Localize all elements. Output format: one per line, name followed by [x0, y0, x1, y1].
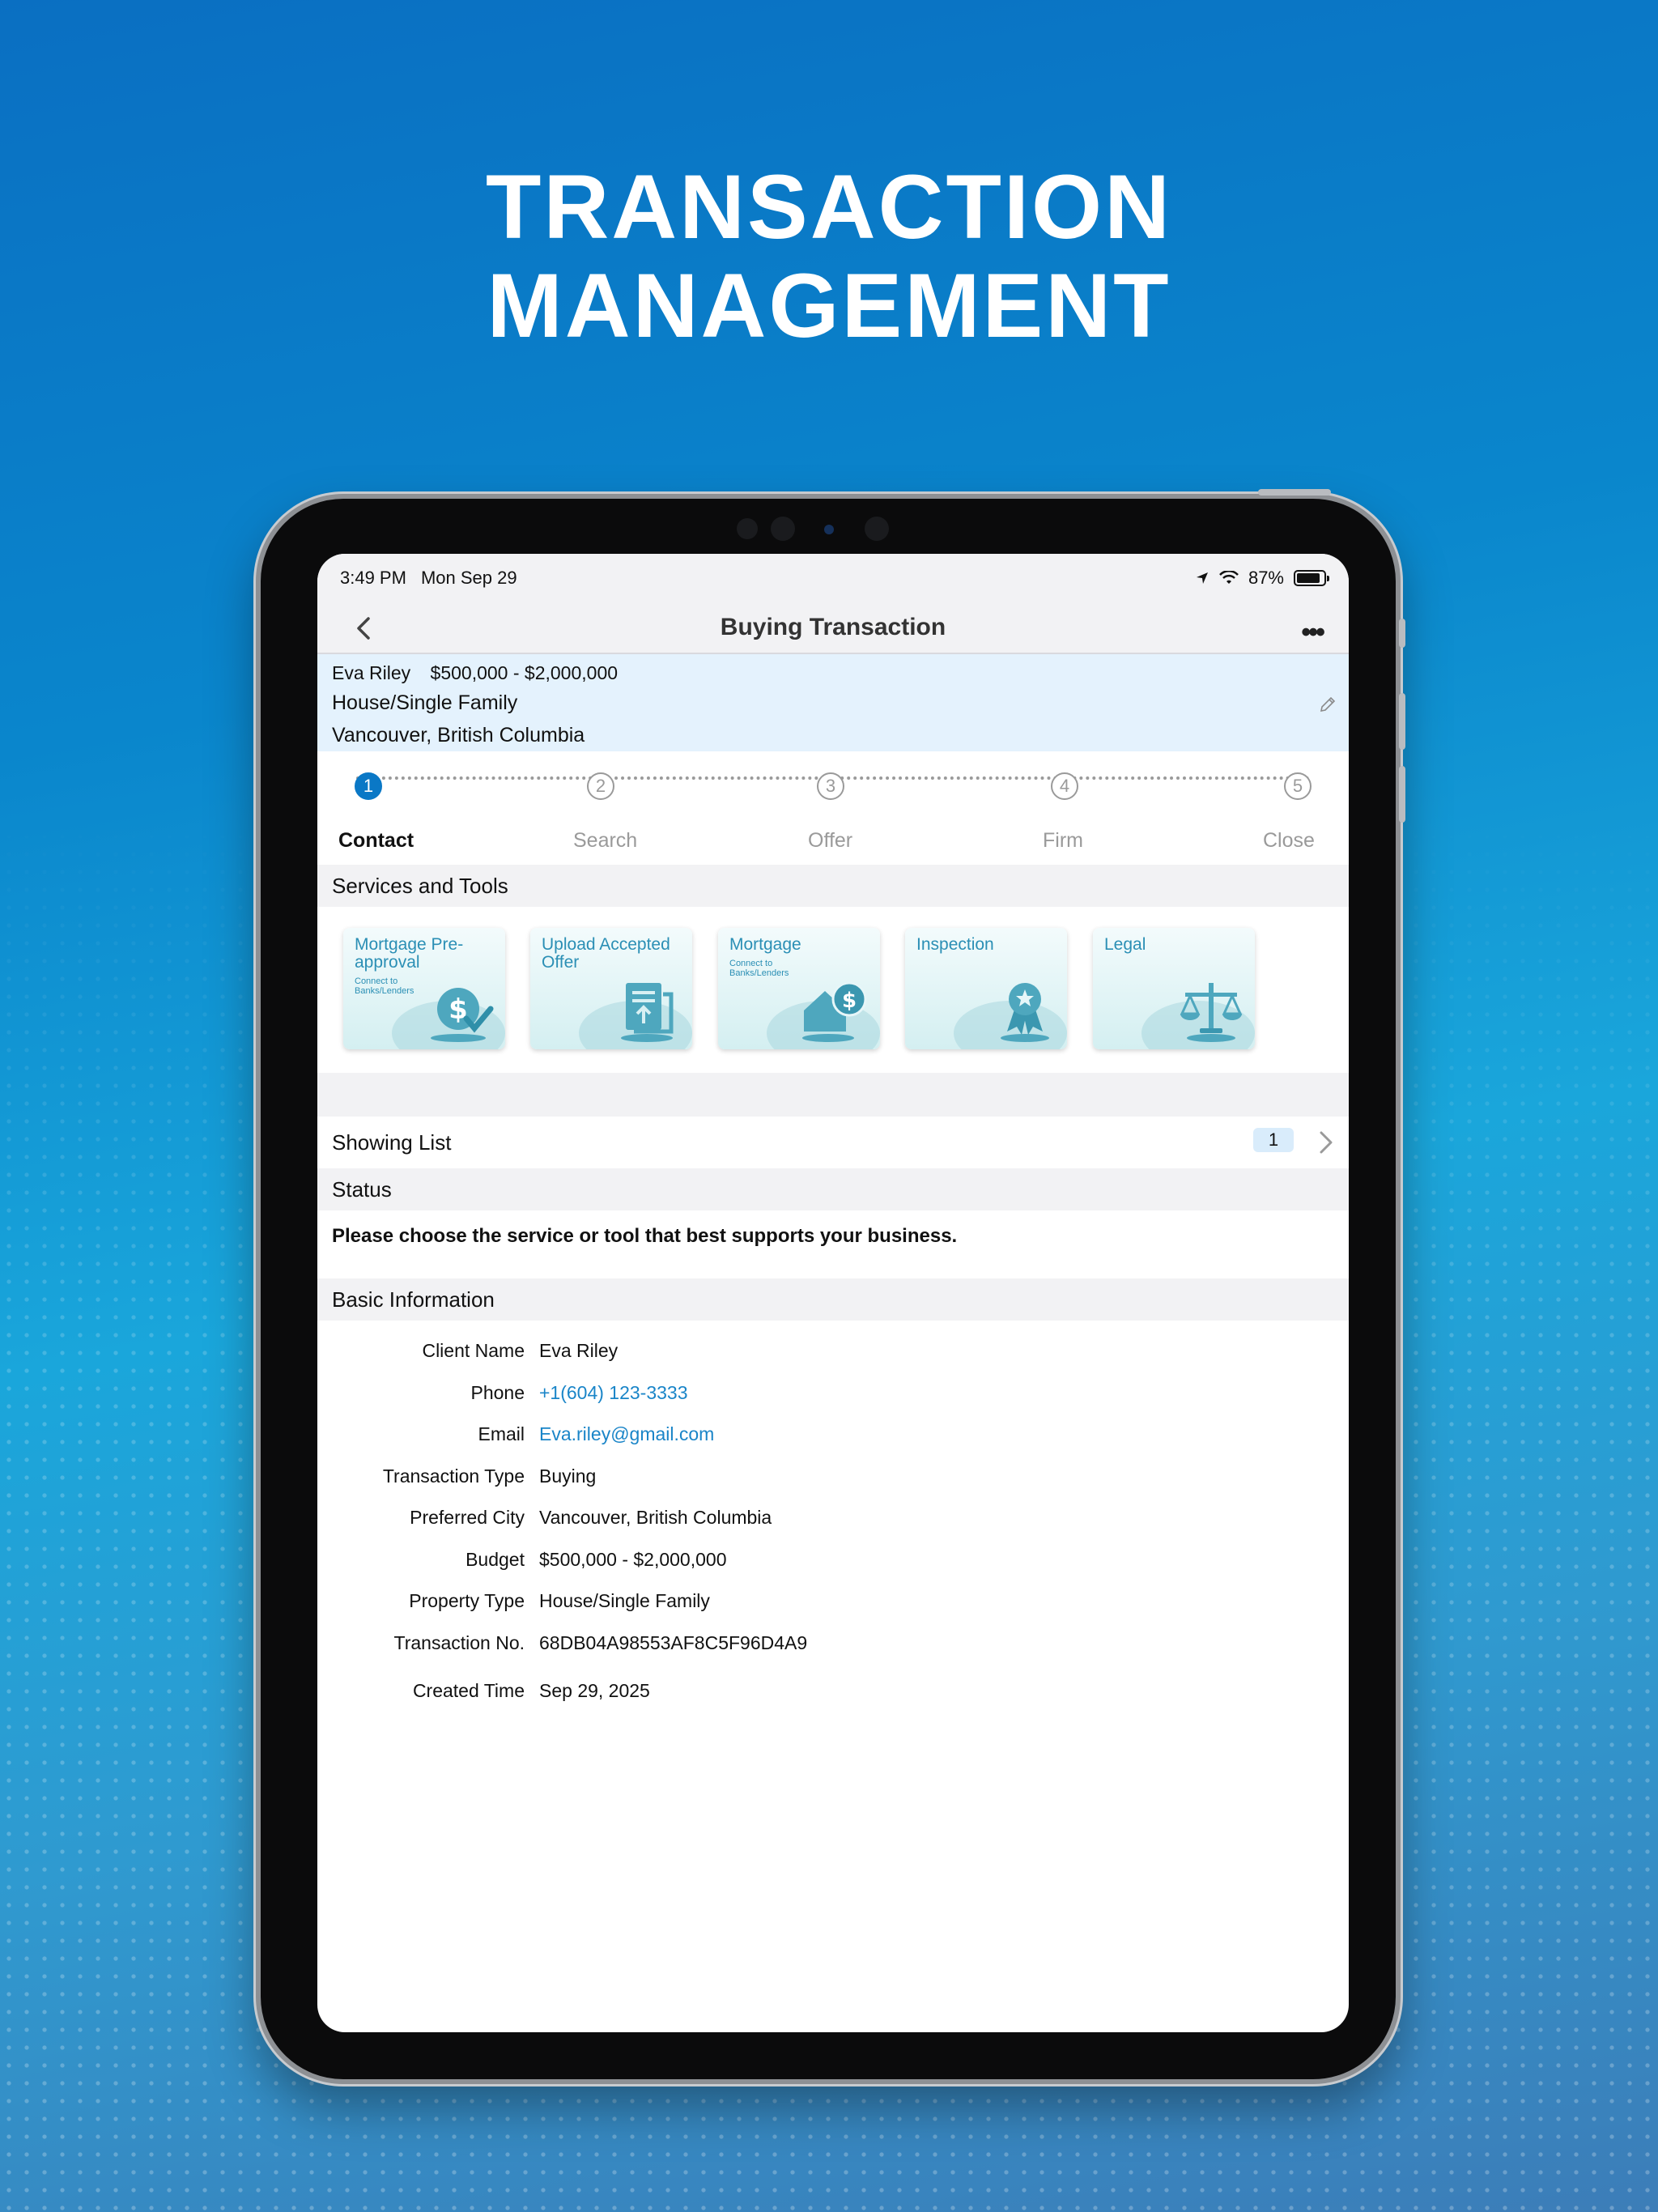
wifi-icon [1219, 571, 1239, 584]
tool-subtitle: Connect to Banks/Lenders [355, 976, 414, 996]
step-5-circle[interactable]: 5 [1284, 772, 1312, 800]
info-value: Sep 29, 2025 [539, 1680, 650, 1702]
volume-button [1399, 619, 1405, 648]
status-bar: 3:49 PM Mon Sep 29 87% [317, 554, 1349, 602]
info-row-transaction-no: Transaction No. 68DB04A98553AF8C5F96D4A9 [317, 1623, 1349, 1665]
status-heading: Status [317, 1168, 1349, 1210]
info-key: Transaction No. [393, 1631, 525, 1653]
step-2-circle[interactable]: 2 [587, 772, 614, 800]
document-upload-icon [621, 983, 674, 1042]
tool-card-mortgage-preapproval[interactable]: Mortgage Pre-approval Connect to Banks/L… [343, 928, 505, 1049]
summary-client: Eva Riley [332, 662, 411, 683]
tool-title: Legal [1104, 935, 1146, 954]
info-row-created-time: Created Time Sep 29, 2025 [317, 1670, 1349, 1712]
basic-info-heading: Basic Information [317, 1278, 1349, 1321]
app-screen: 3:49 PM Mon Sep 29 87% Buying Transactio… [317, 554, 1349, 2032]
info-key: Client Name [422, 1340, 525, 1362]
phone-link[interactable]: +1(604) 123-3333 [539, 1382, 688, 1404]
volume-up-button [1399, 693, 1405, 750]
info-value: $500,000 - $2,000,000 [539, 1548, 727, 1570]
step-label-contact[interactable]: Contact [338, 829, 414, 853]
camera-indicator [824, 525, 834, 534]
tool-card-mortgage[interactable]: Mortgage Connect to Banks/Lenders $ [718, 928, 880, 1049]
volume-down-button [1399, 766, 1405, 823]
email-link[interactable]: Eva.riley@gmail.com [539, 1423, 714, 1445]
step-4-circle[interactable]: 4 [1051, 772, 1078, 800]
step-label-close[interactable]: Close [1263, 829, 1315, 853]
headline-line-2: MANAGEMENT [487, 255, 1171, 356]
info-key: Property Type [409, 1590, 525, 1612]
tool-title: Mortgage [729, 935, 801, 954]
chevron-right-icon [1320, 1131, 1333, 1154]
info-value: Eva Riley [539, 1340, 619, 1362]
info-value: Buying [539, 1465, 597, 1487]
info-key: Budget [466, 1548, 525, 1570]
tool-title: Upload Accepted Offer [542, 935, 670, 972]
info-value: Vancouver, British Columbia [539, 1507, 772, 1529]
battery-percent: 87% [1248, 568, 1284, 588]
showing-count-badge: 1 [1253, 1128, 1294, 1152]
services-tools-row: Mortgage Pre-approval Connect to Banks/L… [317, 907, 1349, 1073]
summary-property-type: House/Single Family [332, 691, 518, 714]
info-row-client-name: Client Name Eva Riley [317, 1330, 1349, 1372]
front-sensor [737, 518, 758, 539]
info-value: House/Single Family [539, 1590, 710, 1612]
info-key: Email [478, 1423, 525, 1445]
section-spacer [317, 1073, 1349, 1117]
step-label-offer[interactable]: Offer [808, 829, 852, 853]
battery-icon [1294, 570, 1329, 586]
info-key: Phone [470, 1381, 525, 1403]
status-date: Mon Sep 29 [420, 568, 517, 588]
summary-budget: $500,000 - $2,000,000 [430, 662, 619, 683]
step-1-circle[interactable]: 1 [355, 772, 382, 800]
tool-card-legal[interactable]: Legal [1093, 928, 1255, 1049]
progress-stepper: 1 2 3 4 5 Contact Search Offer Firm Clos… [317, 751, 1349, 865]
front-camera [771, 517, 795, 541]
tool-subtitle: Connect to Banks/Lenders [729, 959, 789, 978]
info-row-property-type: Property Type House/Single Family [317, 1580, 1349, 1623]
svg-text:$: $ [842, 989, 857, 1013]
tablet-device-frame: 3:49 PM Mon Sep 29 87% Buying Transactio… [256, 489, 1405, 2084]
info-row-transaction-type: Transaction Type Buying [317, 1456, 1349, 1498]
house-dollar-icon: $ [802, 981, 867, 1042]
showing-list-label: Showing List [332, 1129, 452, 1155]
page-title: Buying Transaction [720, 614, 946, 640]
dollar-check-icon: $ [431, 988, 494, 1042]
scales-icon [1180, 983, 1243, 1042]
tool-title: Inspection [916, 935, 994, 954]
info-key: Preferred City [410, 1507, 525, 1529]
more-options-icon[interactable]: ••• [1301, 617, 1325, 649]
front-sensor-2 [865, 517, 889, 541]
info-row-preferred-city: Preferred City Vancouver, British Columb… [317, 1497, 1349, 1539]
info-row-email: Email Eva.riley@gmail.com [317, 1414, 1349, 1456]
award-ribbon-icon [1001, 983, 1049, 1042]
back-chevron-icon[interactable] [350, 614, 379, 643]
step-label-firm[interactable]: Firm [1043, 829, 1083, 853]
headline-line-1: TRANSACTION [485, 156, 1173, 257]
tool-card-inspection[interactable]: Inspection [905, 928, 1067, 1049]
status-time: 3:49 PM [340, 568, 406, 588]
info-row-phone: Phone +1(604) 123-3333 [317, 1372, 1349, 1414]
tool-title: Mortgage Pre-approval [355, 935, 464, 972]
basic-info-list: Client Name Eva Riley Phone +1(604) 123-… [317, 1321, 1349, 1712]
power-button [1258, 489, 1331, 496]
transaction-summary: Eva Riley $500,000 - $2,000,000 House/Si… [317, 654, 1349, 751]
summary-city: Vancouver, British Columbia [332, 724, 585, 747]
showing-list-row[interactable]: Showing List 1 [317, 1117, 1349, 1168]
navigation-bar: Buying Transaction ••• [317, 602, 1349, 654]
location-arrow-icon [1196, 572, 1208, 584]
step-label-search[interactable]: Search [573, 829, 637, 853]
info-key: Transaction Type [382, 1465, 525, 1487]
edit-pencil-icon[interactable] [1318, 695, 1337, 714]
tool-card-upload-accepted-offer[interactable]: Upload Accepted Offer [530, 928, 692, 1049]
info-value: 68DB04A98553AF8C5F96D4A9 [539, 1631, 808, 1653]
headline: TRANSACTION MANAGEMENT [0, 158, 1658, 355]
status-message: Please choose the service or tool that b… [332, 1225, 958, 1247]
info-key: Created Time [412, 1680, 525, 1702]
info-row-budget: Budget $500,000 - $2,000,000 [317, 1539, 1349, 1581]
services-heading: Services and Tools [317, 865, 1349, 907]
step-3-circle[interactable]: 3 [817, 772, 844, 800]
